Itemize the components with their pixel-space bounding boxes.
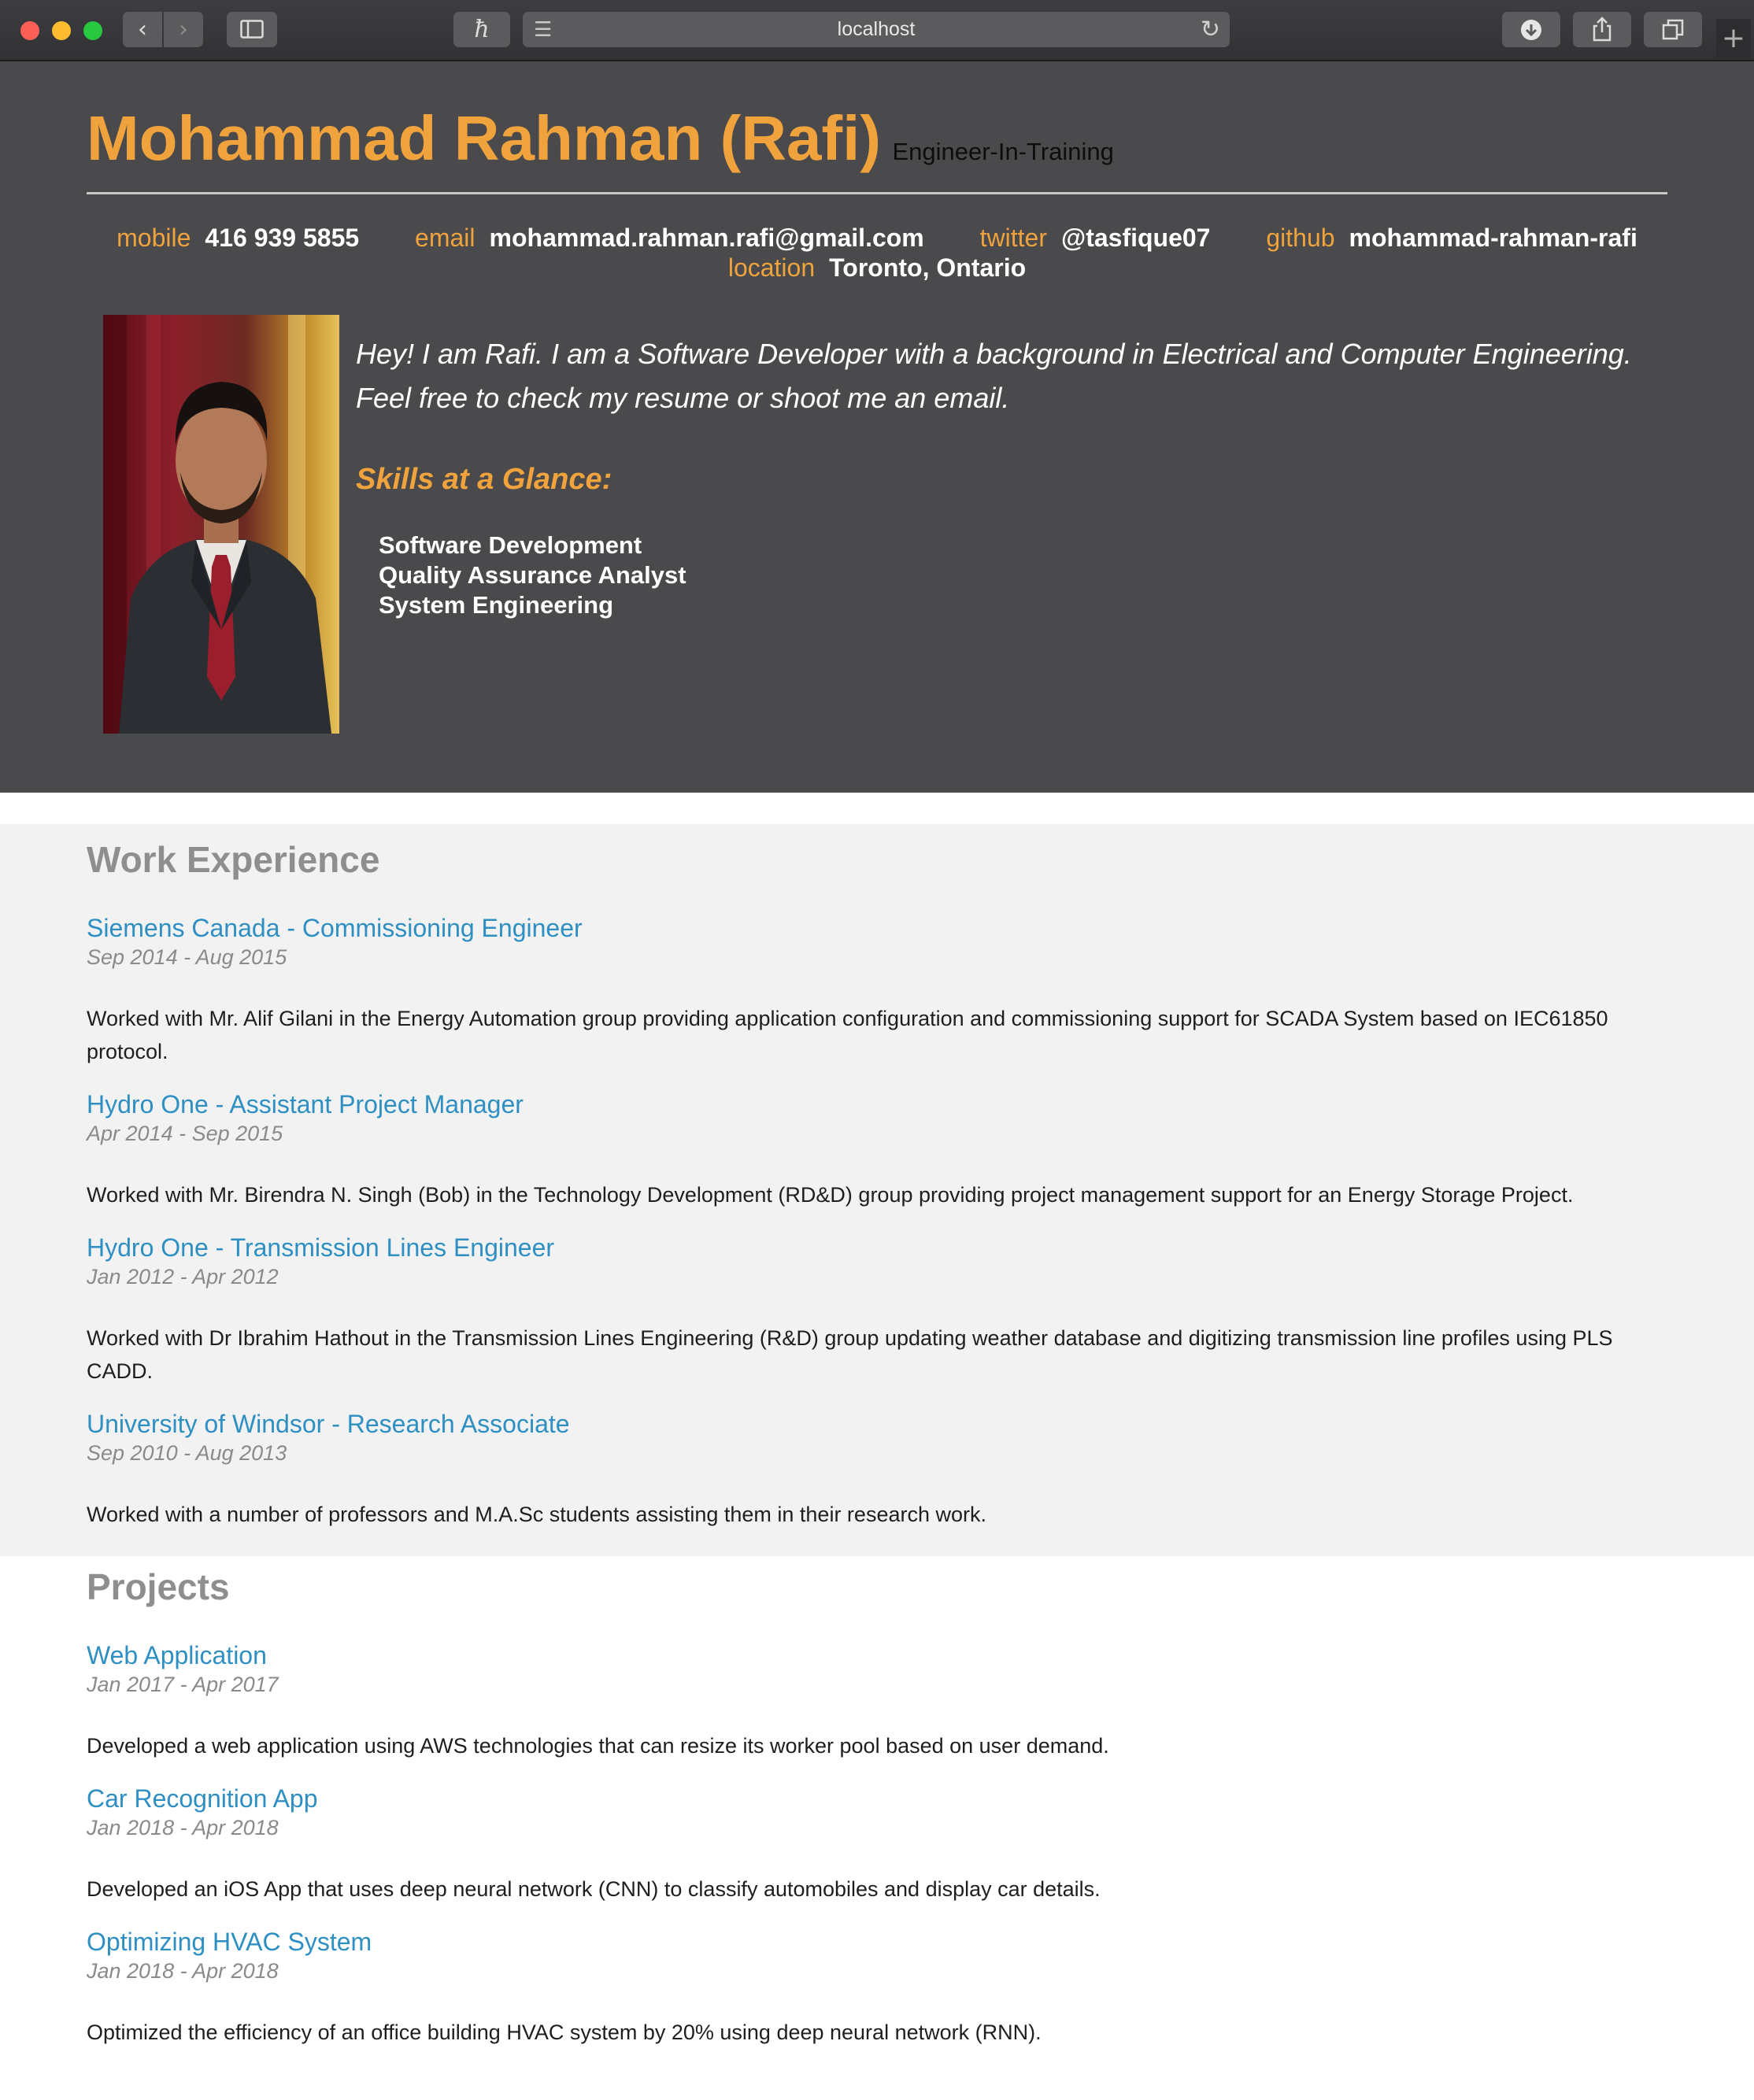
address-bar[interactable]: ☰ localhost ↻ (523, 12, 1230, 47)
skill-item: Quality Assurance Analyst (379, 561, 686, 589)
entry-date: Sep 2010 - Aug 2013 (87, 1441, 287, 1465)
extension-icon: ħ (474, 16, 490, 43)
entry-title[interactable]: Hydro One - Assistant Project Manager (87, 1089, 1669, 1120)
back-button[interactable]: ‹ (123, 12, 162, 47)
entry-date: Jan 2017 - Apr 2017 (87, 1673, 279, 1696)
minimize-window-button[interactable] (52, 21, 71, 40)
forward-button[interactable]: › (164, 12, 203, 47)
work-experience-section: Work Experience Siemens Canada - Commiss… (0, 824, 1754, 1556)
contact-row: mobile 416 939 5855 email mohammad.rahman.… (0, 224, 1754, 253)
new-tab-button[interactable]: + (1716, 19, 1751, 58)
entry-description: Worked with Mr. Alif Gilani in the Energ… (87, 1007, 1608, 1063)
work-entry: Hydro One - Transmission Lines Engineer … (87, 1232, 1669, 1388)
contact-email: email mohammad.rahman.rafi@gmail.com (415, 224, 924, 253)
chevron-right-icon: › (179, 16, 188, 43)
skills-list: Software Development Quality Assurance A… (379, 531, 686, 620)
work-entry: Hydro One - Assistant Project Manager Ap… (87, 1089, 1669, 1211)
contact-label: email (415, 224, 476, 252)
skill-item: Software Development (379, 531, 642, 559)
entry-date: Jan 2018 - Apr 2018 (87, 1959, 279, 1983)
entry-title[interactable]: Hydro One - Transmission Lines Engineer (87, 1232, 1669, 1263)
entry-title[interactable]: University of Windsor - Research Associa… (87, 1408, 1669, 1440)
contact-label: twitter (979, 224, 1047, 252)
entry-title[interactable]: Car Recognition App (87, 1783, 1669, 1814)
chevron-left-icon: ‹ (138, 16, 147, 43)
entry-title[interactable]: Siemens Canada - Commissioning Engineer (87, 912, 1669, 944)
extension-button[interactable]: ħ (453, 12, 510, 47)
project-entry: Car Recognition App Jan 2018 - Apr 2018 … (87, 1783, 1669, 1906)
header-divider (87, 192, 1667, 194)
browser-toolbar: ‹ › ħ ☰ localhost ↻ + (0, 0, 1754, 61)
profile-role: Engineer-In-Training (892, 138, 1114, 165)
contact-value[interactable]: mohammad-rahman-rafi (1349, 224, 1637, 252)
contact-value[interactable]: 416 939 5855 (205, 224, 359, 252)
contact-label: location (727, 253, 816, 282)
work-entry: University of Windsor - Research Associa… (87, 1408, 1669, 1531)
download-button[interactable] (1502, 12, 1560, 47)
project-entry: Optimizing HVAC System Jan 2018 - Apr 20… (87, 1926, 1669, 2049)
contact-location: location Toronto, Ontario (728, 253, 1026, 283)
tab-overview-button[interactable] (1644, 12, 1702, 47)
work-entry: Siemens Canada - Commissioning Engineer … (87, 912, 1669, 1068)
entry-date: Jan 2012 - Apr 2012 (87, 1265, 279, 1288)
entry-description: Optimized the efficiency of an office bu… (87, 2021, 1042, 2044)
contact-github: github mohammad-rahman-rafi (1266, 224, 1637, 253)
entry-description: Developed a web application using AWS te… (87, 1734, 1109, 1758)
share-icon (1593, 17, 1612, 42)
skill-item: System Engineering (379, 591, 614, 619)
contact-label: mobile (117, 224, 191, 252)
contact-label: github (1266, 224, 1335, 252)
entry-date: Sep 2014 - Aug 2015 (87, 945, 287, 969)
entry-title[interactable]: Web Application (87, 1640, 1669, 1671)
download-icon (1521, 20, 1541, 40)
sidebar-icon (240, 20, 264, 39)
contact-row: location Toronto, Ontario (0, 253, 1754, 283)
contact-value: Toronto, Ontario (829, 253, 1027, 282)
url-text[interactable]: localhost (523, 12, 1230, 47)
entry-description: Worked with Dr Ibrahim Hathout in the Tr… (87, 1326, 1613, 1383)
entry-title[interactable]: Optimizing HVAC System (87, 1926, 1669, 1958)
section-title-work: Work Experience (87, 839, 380, 880)
contact-twitter: twitter @tasfique07 (980, 224, 1211, 253)
skills-heading: Skills at a Glance: (356, 463, 612, 496)
plus-icon: + (1721, 22, 1746, 54)
sidebar-toggle-button[interactable] (227, 12, 277, 47)
zoom-window-button[interactable] (83, 21, 102, 40)
project-entry: Web Application Jan 2017 - Apr 2017 Deve… (87, 1640, 1669, 1762)
entry-description: Worked with Mr. Birendra N. Singh (Bob) … (87, 1183, 1574, 1207)
contact-value[interactable]: mohammad.rahman.rafi@gmail.com (490, 224, 924, 252)
entry-description: Developed an iOS App that uses deep neur… (87, 1877, 1101, 1901)
reload-icon[interactable]: ↻ (1201, 12, 1220, 47)
entry-date: Apr 2014 - Sep 2015 (87, 1122, 283, 1145)
close-window-button[interactable] (20, 21, 39, 40)
contact-mobile: mobile 416 939 5855 (117, 224, 359, 253)
profile-name: Mohammad Rahman (Rafi) (87, 103, 881, 173)
entry-description: Worked with a number of professors and M… (87, 1503, 986, 1526)
profile-header: Mohammad Rahman (Rafi) Engineer-In-Train… (0, 61, 1754, 793)
section-title-projects: Projects (87, 1566, 230, 1607)
name-row: Mohammad Rahman (Rafi) Engineer-In-Train… (87, 102, 1114, 175)
share-button[interactable] (1573, 12, 1631, 47)
tabs-icon (1662, 19, 1684, 40)
projects-section: Projects Web Application Jan 2017 - Apr … (0, 1556, 1754, 2100)
intro-text: Hey! I am Rafi. I am a Software Develope… (356, 338, 1632, 414)
profile-photo (103, 315, 339, 734)
contact-value[interactable]: @tasfique07 (1061, 224, 1210, 252)
entry-date: Jan 2018 - Apr 2018 (87, 1816, 279, 1839)
